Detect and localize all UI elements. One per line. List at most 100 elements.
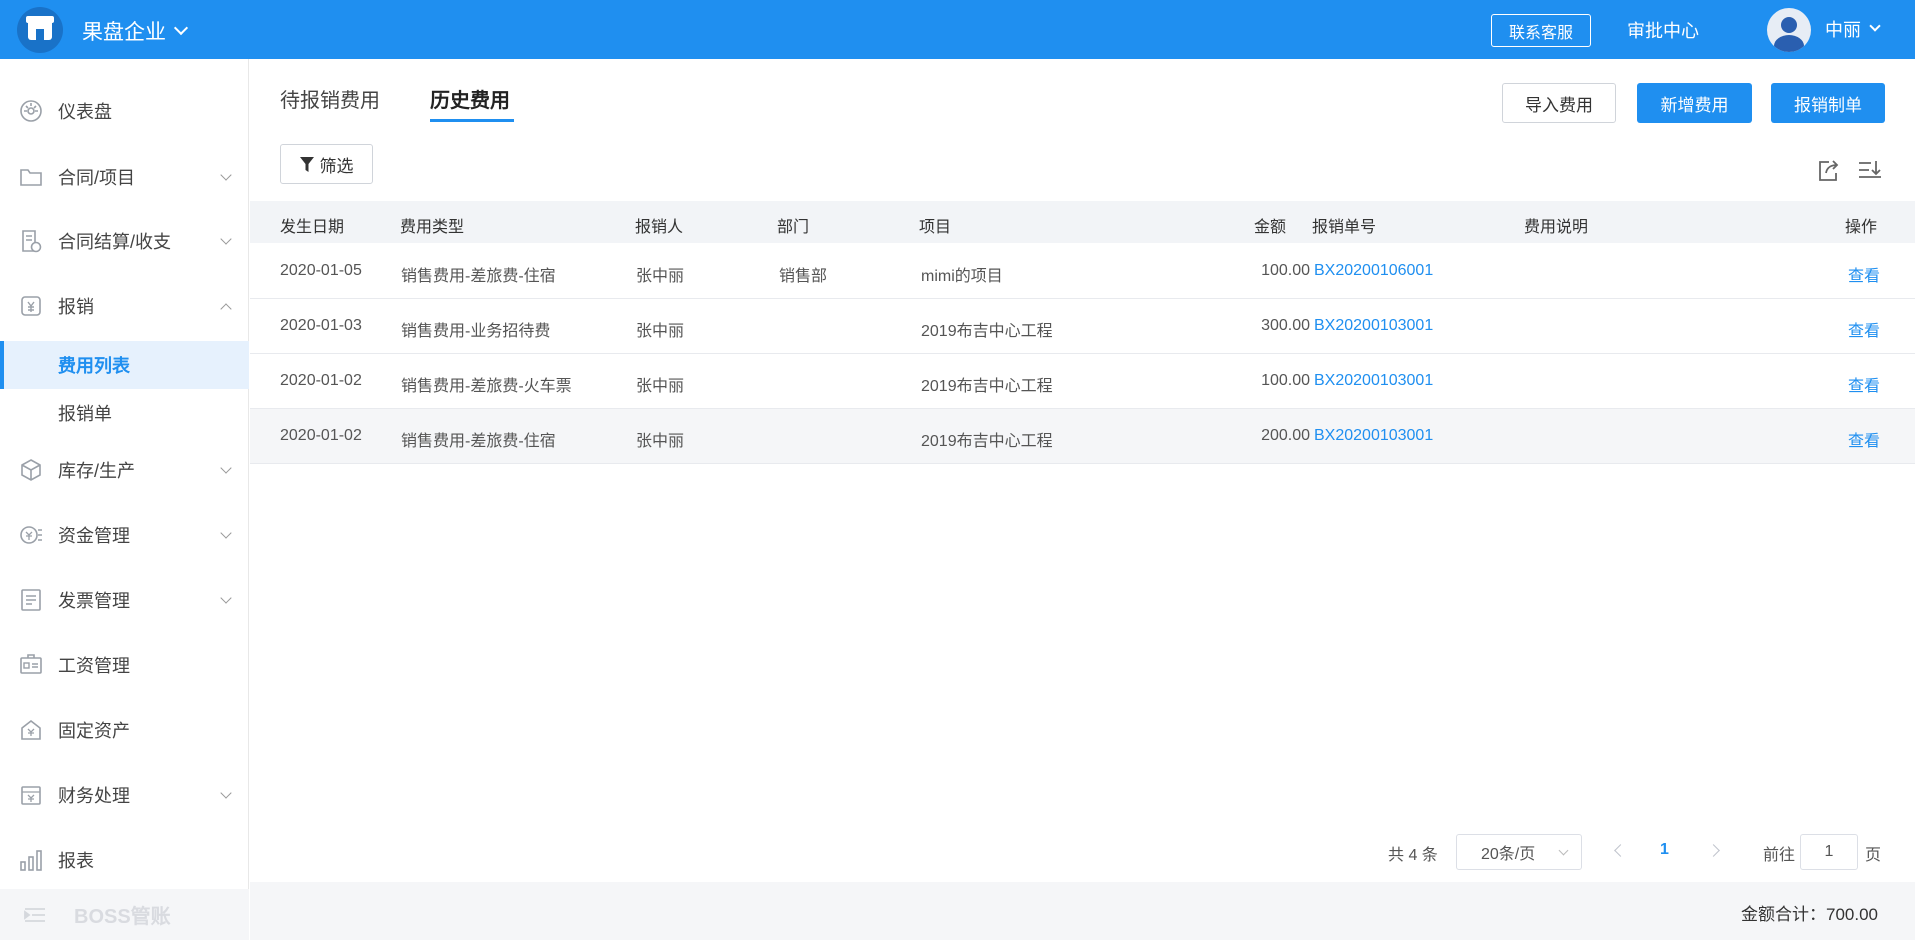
company-name: 果盘企业 <box>82 21 166 44</box>
cell-date: 2020-01-05 <box>280 262 362 279</box>
contact-support-button[interactable]: 联系客服 <box>1491 14 1591 47</box>
column-header-note[interactable]: 费用说明 <box>1524 213 1588 237</box>
cell-type: 销售费用-差旅费-住宿 <box>401 433 556 450</box>
next-page-icon[interactable] <box>1707 844 1720 857</box>
cell-date: 2020-01-02 <box>280 427 362 444</box>
table-header: 发生日期 费用类型 报销人 部门 项目 金额 报销单号 费用说明 操作 <box>250 201 1915 243</box>
chevron-down-icon <box>220 526 232 539</box>
sidebar-item-label: 固定资产 <box>58 721 130 741</box>
sidebar-item-funds[interactable]: 资金管理 <box>0 510 249 560</box>
sidebar: 仪表盘 合同/项目 合同结算/收支 报销 费用列表 报销单 库存/生产 资金管理… <box>0 59 249 940</box>
column-header-type[interactable]: 费用类型 <box>400 213 464 237</box>
view-link[interactable]: 查看 <box>1848 317 1880 341</box>
filter-button[interactable]: 筛选 <box>280 144 373 184</box>
cell-person: 张中丽 <box>636 433 685 450</box>
sidebar-item-dashboard[interactable]: 仪表盘 <box>0 86 249 136</box>
cell-type: 销售费用-业务招待费 <box>401 323 551 340</box>
sidebar-item-settlement[interactable]: 合同结算/收支 <box>0 216 249 266</box>
chart-icon <box>20 850 42 871</box>
salary-icon <box>20 654 42 674</box>
filter-icon <box>299 156 314 172</box>
cell-type: 销售费用-差旅费-火车票 <box>401 378 572 395</box>
pagination-total: 共 4 条 <box>1388 847 1438 864</box>
cell-reimburse-no-link[interactable]: BX20200106001 <box>1314 262 1433 280</box>
column-header-reimburse-no[interactable]: 报销单号 <box>1312 213 1376 237</box>
chevron-down-icon <box>220 591 232 604</box>
cell-amount: 100.00 <box>1261 372 1310 389</box>
cell-project: 2019布吉中心工程 <box>921 378 1053 395</box>
chevron-down-icon <box>1558 845 1569 856</box>
column-header-person[interactable]: 报销人 <box>635 213 683 237</box>
table-row: 2020-01-02 销售费用-差旅费-住宿 张中丽 2019布吉中心工程 20… <box>250 409 1915 464</box>
sidebar-item-label: 仪表盘 <box>58 102 112 122</box>
column-header-department[interactable]: 部门 <box>777 213 809 237</box>
column-header-date[interactable]: 发生日期 <box>280 213 344 237</box>
sidebar-item-label: 库存/生产 <box>58 461 136 481</box>
page-size-select[interactable]: 20条/页 <box>1456 834 1582 870</box>
cell-project: 2019布吉中心工程 <box>921 433 1053 450</box>
boss-ledger-item[interactable]: BOSS管账 <box>0 889 249 940</box>
prev-page-icon[interactable] <box>1614 844 1627 857</box>
goto-label: 前往 <box>1763 847 1796 864</box>
create-reimbursement-button[interactable]: 报销制单 <box>1771 83 1885 123</box>
export-icon[interactable] <box>1815 158 1841 184</box>
cell-person: 张中丽 <box>636 268 685 285</box>
tab-history-expenses[interactable]: 历史费用 <box>430 84 510 113</box>
chevron-down-icon <box>220 461 232 474</box>
summary-bar: 金额合计：700.00 <box>250 882 1915 940</box>
store-logo-icon[interactable] <box>17 7 63 53</box>
sidebar-item-fixed-assets[interactable]: 固定资产 <box>0 705 249 755</box>
view-link[interactable]: 查看 <box>1848 262 1880 286</box>
sidebar-item-invoice[interactable]: 发票管理 <box>0 575 249 625</box>
sidebar-subitem-reimburse-form[interactable]: 报销单 <box>0 389 249 437</box>
avatar[interactable] <box>1767 8 1811 52</box>
tab-pending-expenses[interactable]: 待报销费用 <box>280 84 380 113</box>
chevron-down-icon <box>1869 20 1881 32</box>
cell-date: 2020-01-03 <box>280 317 362 334</box>
box-icon <box>21 459 41 481</box>
sidebar-item-label: 报表 <box>58 851 94 871</box>
table-row: 2020-01-05 销售费用-差旅费-住宿 张中丽 销售部 mimi的项目 1… <box>250 244 1915 299</box>
sidebar-item-inventory[interactable]: 库存/生产 <box>0 445 249 495</box>
cell-date: 2020-01-02 <box>280 372 362 389</box>
cell-amount: 100.00 <box>1261 262 1310 279</box>
sidebar-item-reports[interactable]: 报表 <box>0 835 249 885</box>
import-expense-button[interactable]: 导入费用 <box>1502 83 1616 123</box>
add-expense-button[interactable]: 新增费用 <box>1637 83 1752 123</box>
cell-reimburse-no-link[interactable]: BX20200103001 <box>1314 427 1433 445</box>
approval-center-link[interactable]: 审批中心 <box>1627 17 1699 43</box>
top-bar: 果盘企业 联系客服 审批中心 中丽 <box>0 0 1915 59</box>
column-header-project[interactable]: 项目 <box>919 213 951 237</box>
chevron-down-icon <box>173 20 189 36</box>
column-header-amount[interactable]: 金额 <box>1254 213 1286 237</box>
sidebar-item-label: 财务处理 <box>58 786 130 806</box>
cell-type: 销售费用-差旅费-住宿 <box>401 268 556 285</box>
sidebar-item-contract-project[interactable]: 合同/项目 <box>0 152 249 202</box>
goto-page-input[interactable] <box>1800 834 1858 870</box>
sidebar-item-label: 合同结算/收支 <box>58 232 172 252</box>
current-page-number[interactable]: 1 <box>1660 841 1669 859</box>
cell-reimburse-no-link[interactable]: BX20200103001 <box>1314 317 1433 335</box>
cell-person: 张中丽 <box>636 323 685 340</box>
column-header-action: 操作 <box>1845 219 1878 236</box>
chevron-down-icon <box>220 232 232 245</box>
menu-collapse-icon <box>24 907 45 922</box>
sort-icon[interactable] <box>1857 158 1883 184</box>
sidebar-item-reimburse[interactable]: 报销 <box>0 281 249 331</box>
dashboard-icon <box>20 100 42 122</box>
sidebar-item-salary[interactable]: 工资管理 <box>0 640 249 690</box>
view-link[interactable]: 查看 <box>1848 372 1880 396</box>
settlement-icon <box>22 230 42 253</box>
table-row: 2020-01-02 销售费用-差旅费-火车票 张中丽 2019布吉中心工程 1… <box>250 354 1915 409</box>
company-switcher[interactable]: 果盘企业 <box>82 16 189 46</box>
sidebar-subitem-label: 报销单 <box>58 404 112 424</box>
cell-reimburse-no-link[interactable]: BX20200103001 <box>1314 372 1433 390</box>
view-link[interactable]: 查看 <box>1848 427 1880 451</box>
page-suffix-label: 页 <box>1865 847 1882 864</box>
cell-person: 张中丽 <box>636 378 685 395</box>
table-row: 2020-01-03 销售费用-业务招待费 张中丽 2019布吉中心工程 300… <box>250 299 1915 354</box>
user-menu[interactable]: 中丽 <box>1825 16 1881 42</box>
sidebar-item-finance[interactable]: 财务处理 <box>0 770 249 820</box>
sidebar-subitem-expense-list[interactable]: 费用列表 <box>0 341 249 389</box>
total-amount: 金额合计：700.00 <box>1741 905 1878 924</box>
